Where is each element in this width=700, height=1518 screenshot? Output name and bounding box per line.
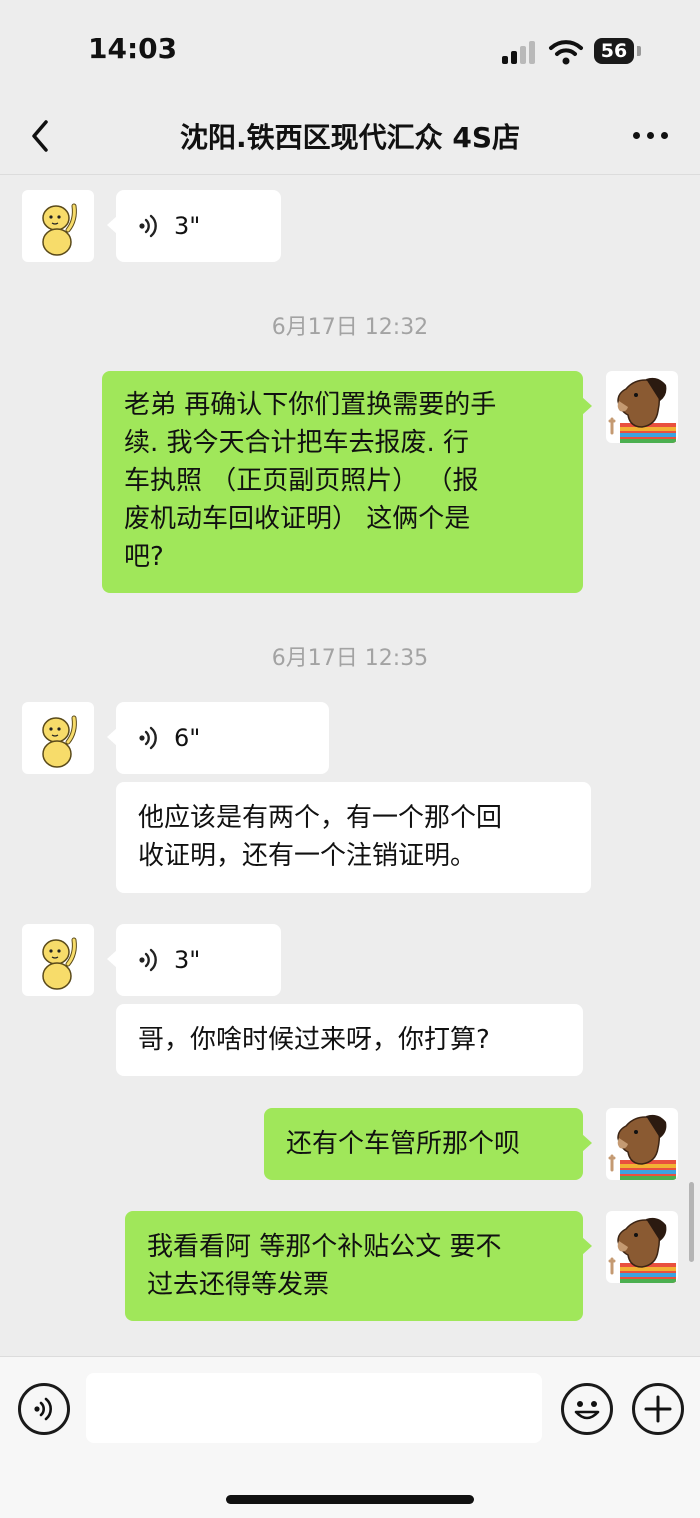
self-avatar[interactable]: [606, 371, 678, 443]
timestamp: 6月17日 12:35: [271, 646, 429, 671]
message-line: 收证明，还有一个注销证明。: [138, 841, 477, 871]
voice-wave-icon: [139, 214, 157, 238]
cellular-signal-icon: [502, 40, 538, 64]
message-line: 续. 我今天合计把车去报废. 行: [124, 428, 470, 458]
horse-avatar: [608, 377, 676, 443]
text-message[interactable]: 我看看阿 等那个补贴公文 要不 过去还得等发票: [125, 1211, 592, 1321]
battery-tip: [637, 46, 641, 56]
plus-sign-icon: [644, 1395, 672, 1423]
horse-avatar: [608, 1114, 676, 1180]
message-input[interactable]: [86, 1373, 542, 1443]
voice-duration: 6": [174, 724, 201, 752]
nav-bar: 沈阳.铁西区现代汇众 4S店: [0, 100, 700, 175]
more-dots-icon[interactable]: [628, 122, 672, 148]
shop-avatar[interactable]: [22, 702, 94, 774]
voice-duration: 3": [174, 946, 201, 974]
text-message[interactable]: 还有个车管所那个呗: [264, 1108, 592, 1180]
chat-area[interactable]: 3" 6月17日 12:32 老弟 再确认下你们置换需要的手 续. 我今天合计把…: [0, 175, 700, 1355]
message-line: 车执照 （正页副页照片） （报: [124, 466, 479, 496]
voice-wave-icon: [34, 1397, 52, 1421]
yellow-figure-avatar: [42, 937, 77, 990]
shop-avatar[interactable]: [22, 924, 94, 996]
message-line: 过去还得等发票: [147, 1270, 330, 1300]
home-indicator[interactable]: [226, 1495, 474, 1504]
text-message[interactable]: 哥，你啥时候过来呀，你打算?: [116, 1004, 583, 1076]
voice-message[interactable]: 6": [107, 702, 329, 774]
message-line: 我看看阿 等那个补贴公文 要不: [147, 1232, 502, 1262]
voice-message[interactable]: 3": [107, 924, 281, 996]
voice-wave-icon: [139, 726, 157, 750]
yellow-figure-avatar: [42, 203, 77, 256]
voice-duration: 3": [174, 212, 201, 240]
wifi-icon: [549, 40, 583, 65]
plus-icon[interactable]: [632, 1383, 684, 1435]
battery-indicator: 56: [594, 38, 634, 64]
smile-face-icon: [574, 1401, 600, 1420]
shop-avatar[interactable]: [22, 190, 94, 262]
timestamp: 6月17日 12:32: [271, 315, 429, 340]
self-avatar[interactable]: [606, 1108, 678, 1180]
horse-avatar: [608, 1217, 676, 1283]
self-avatar[interactable]: [606, 1211, 678, 1283]
status-bar: 14:03 56: [0, 0, 700, 100]
message-line: 吧?: [124, 542, 164, 572]
message-line: 老弟 再确认下你们置换需要的手: [124, 390, 497, 420]
chat-title: 沈阳.铁西区现代汇众 4S店: [179, 121, 521, 154]
voice-wave-icon: [139, 948, 157, 972]
message-line: 哥，你啥时候过来呀，你打算?: [138, 1025, 490, 1055]
message-line: 他应该是有两个，有一个那个回: [138, 803, 503, 833]
scrollbar[interactable]: [689, 1182, 694, 1262]
yellow-figure-avatar: [42, 715, 77, 768]
chevron-left-icon[interactable]: [22, 114, 62, 158]
text-message[interactable]: 老弟 再确认下你们置换需要的手 续. 我今天合计把车去报废. 行 车执照 （正页…: [102, 371, 592, 593]
input-bar: [0, 1356, 700, 1518]
text-message[interactable]: 他应该是有两个，有一个那个回 收证明，还有一个注销证明。: [116, 782, 591, 893]
status-time: 14:03: [88, 32, 178, 65]
message-line: 废机动车回收证明） 这俩个是: [124, 504, 471, 534]
voice-mode-icon[interactable]: [18, 1383, 70, 1435]
voice-message[interactable]: 3": [107, 190, 281, 262]
emoji-icon[interactable]: [561, 1383, 613, 1435]
message-line: 还有个车管所那个呗: [286, 1129, 521, 1159]
